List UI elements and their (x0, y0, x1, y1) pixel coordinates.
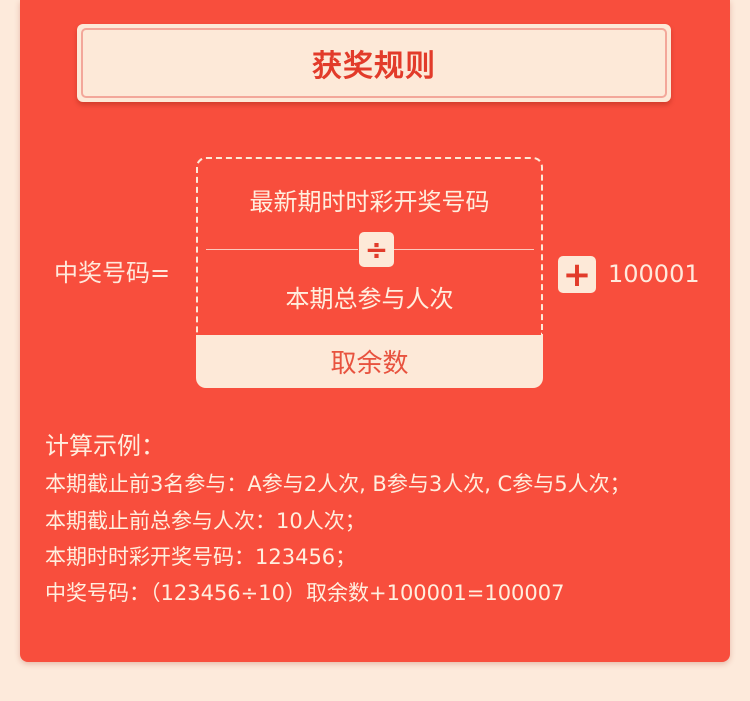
formula-denominator: 本期总参与人次 (285, 285, 454, 313)
formula-numerator: 最新期时时彩开奖号码 (249, 188, 490, 216)
example-line-winning-number: 中奖号码：（123456÷10）取余数+100001=100007 (45, 581, 565, 605)
fraction-line-right (394, 249, 534, 250)
example-line-lottery-number: 本期时时彩开奖号码：123456； (45, 545, 357, 569)
example-line-participants: 本期截止前3名参与：A参与2人次, B参与3人次, C参与5人次； (45, 472, 631, 496)
example-line-total: 本期截止前总参与人次：10人次； (45, 509, 366, 533)
formula-plus-value: 100001 (608, 260, 700, 288)
formula-mod-label: 取余数 (196, 335, 543, 388)
example-title: 计算示例： (45, 432, 165, 460)
divide-icon: ÷ (359, 232, 394, 267)
formula-left-label: 中奖号码= (54, 259, 171, 287)
title-banner: 获奖规则 (77, 24, 671, 102)
page-title: 获奖规则 (81, 28, 667, 98)
fraction-line-left (206, 249, 358, 250)
formula-fraction: 最新期时时彩开奖号码 ÷ 本期总参与人次 取余数 (196, 157, 543, 388)
rules-card: 获奖规则 中奖号码= 最新期时时彩开奖号码 ÷ 本期总参与人次 取余数 + 10… (20, 0, 730, 662)
plus-icon: + (558, 255, 596, 295)
